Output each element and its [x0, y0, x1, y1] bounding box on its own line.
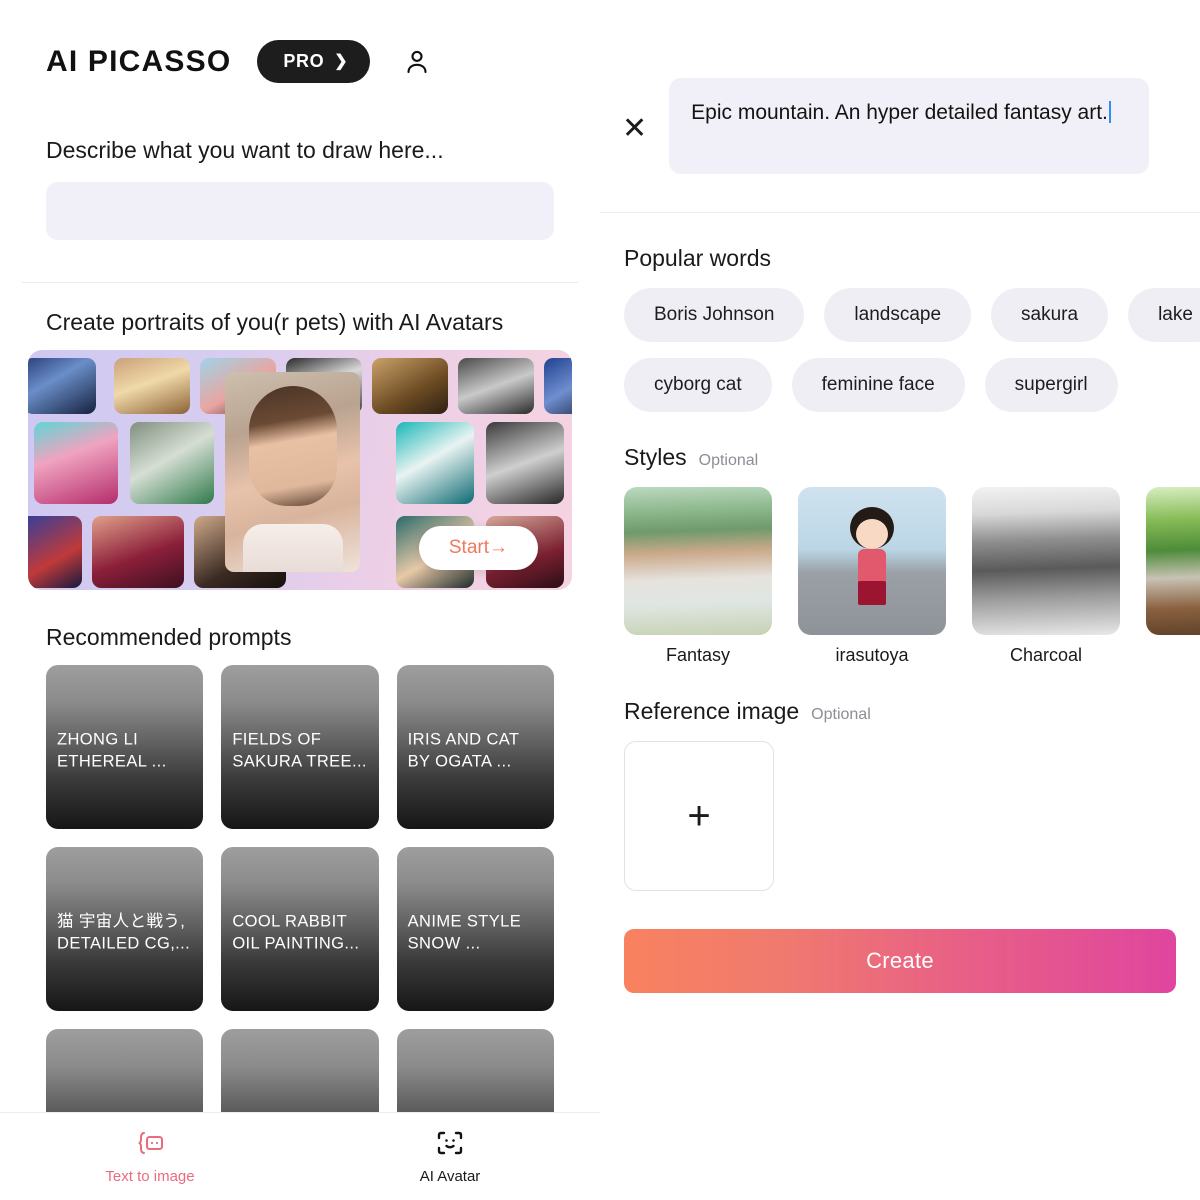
popular-word-chip[interactable]: supergirl: [984, 358, 1118, 412]
popular-word-chip[interactable]: Boris Johnson: [624, 288, 805, 342]
start-button[interactable]: Start→: [418, 526, 538, 570]
styles-title: Styles: [624, 444, 687, 470]
recommended-prompt-card[interactable]: IRIS AND CAT BY OGATA ...: [396, 665, 554, 829]
create-button-label: Create: [866, 948, 934, 973]
text-to-image-icon: [135, 1129, 165, 1162]
recommended-prompt-label: COOL RABBIT OIL PAINTING...: [232, 912, 360, 953]
style-option-fantasy[interactable]: Fantasy: [624, 487, 772, 666]
left-panel: AI PICASSO PRO ❯ Describe what you want …: [0, 0, 600, 1200]
plus-icon: +: [687, 794, 711, 838]
style-label: irasutoya: [835, 645, 909, 665]
styles-optional-label: Optional: [698, 452, 759, 469]
styles-header: Styles Optional: [600, 444, 1200, 471]
app-header: AI PICASSO PRO ❯: [0, 0, 600, 83]
recommended-prompt-label: FIELDS OF SAKURA TREE...: [232, 730, 367, 771]
face-scan-icon: [435, 1129, 465, 1162]
style-label: Fantasy: [665, 645, 731, 665]
app-root: AI PICASSO PRO ❯ Describe what you want …: [0, 0, 1200, 1200]
popular-word-chip[interactable]: lake: [1128, 288, 1200, 342]
prompt-textarea[interactable]: Epic mountain. An hyper detailed fantasy…: [669, 78, 1150, 174]
create-button[interactable]: Create: [624, 929, 1176, 993]
close-icon[interactable]: ✕: [622, 114, 647, 144]
recommended-prompts-title: Recommended prompts: [46, 624, 292, 650]
collage-thumb: [114, 358, 190, 414]
style-option-3d[interactable]: 3D: [1146, 487, 1200, 666]
recommended-prompt-card[interactable]: 猫 宇宙人と戦う, DETAILED CG,...: [46, 847, 204, 1011]
collage-thumb: [544, 358, 572, 414]
style-option-charcoal[interactable]: Charcoal: [972, 487, 1120, 666]
popular-words-chips: Boris Johnson landscape sakura lake cybo…: [600, 288, 1200, 412]
collage-hero-portrait: [225, 372, 360, 572]
style-label: Charcoal: [1009, 645, 1083, 665]
nav-item-text-to-image[interactable]: Text to image: [0, 1129, 300, 1185]
nav-label-text-to-image: Text to image: [105, 1167, 195, 1185]
recommended-prompt-label: ANIME STYLE SNOW ...: [407, 912, 522, 953]
right-divider: [600, 212, 1200, 213]
collage-thumb: [458, 358, 534, 414]
style-thumbnail: [798, 487, 946, 635]
nav-label-ai-avatar: AI Avatar: [419, 1167, 481, 1185]
recommended-prompt-card[interactable]: COOL RABBIT OIL PAINTING...: [221, 847, 379, 1011]
popular-word-chip[interactable]: cyborg cat: [624, 358, 772, 412]
styles-carousel: Fantasy irasutoya Charcoal 3D: [600, 487, 1200, 666]
recommended-prompt-card[interactable]: ZHONG LI ETHEREAL ...: [46, 665, 204, 829]
collage-thumb: [28, 358, 96, 414]
prompt-editor-row: ✕ Epic mountain. An hyper detailed fanta…: [600, 0, 1200, 174]
chevron-right-icon: ❯: [334, 52, 349, 70]
recommended-prompt-label: ZHONG LI ETHEREAL ...: [57, 730, 167, 771]
reference-image-title: Reference image: [624, 698, 800, 724]
bottom-navigation: Text to image AI Avatar: [0, 1112, 600, 1200]
reference-optional-label: Optional: [811, 706, 871, 723]
collage-thumb: [396, 422, 474, 504]
brand-logo: AI PICASSO: [46, 44, 232, 78]
collage-thumb: [486, 422, 564, 504]
collage-thumb: [130, 422, 214, 504]
prompt-text: Epic mountain. An hyper detailed fantasy…: [691, 101, 1108, 124]
avatar-promo-title: Create portraits of you(r pets) with AI …: [46, 309, 504, 335]
reference-image-header: Reference image Optional: [600, 698, 1200, 725]
collage-thumb: [92, 516, 184, 588]
style-thumbnail: [624, 487, 772, 635]
popular-words-title: Popular words: [624, 245, 772, 271]
person-icon[interactable]: [402, 47, 432, 77]
popular-words-row: Boris Johnson landscape sakura lake: [624, 288, 1200, 342]
recommended-prompt-label: IRIS AND CAT BY OGATA ...: [407, 730, 520, 771]
popular-word-chip[interactable]: sakura: [991, 288, 1109, 342]
popular-words-row: cyborg cat feminine face supergirl: [624, 358, 1200, 412]
pro-upgrade-button[interactable]: PRO ❯: [257, 40, 371, 83]
style-option-irasutoya[interactable]: irasutoya: [798, 487, 946, 666]
pro-label: PRO: [283, 51, 325, 71]
describe-title: Describe what you want to draw here...: [46, 137, 444, 163]
collage-thumb: [28, 516, 82, 588]
nav-item-ai-avatar[interactable]: AI Avatar: [300, 1129, 600, 1185]
style-thumbnail: [972, 487, 1120, 635]
section-divider: [22, 282, 578, 283]
right-panel: ✕ Epic mountain. An hyper detailed fanta…: [600, 0, 1200, 1200]
add-reference-image-button[interactable]: +: [624, 741, 774, 891]
left-prompt-input[interactable]: [46, 182, 554, 240]
popular-word-chip[interactable]: feminine face: [791, 358, 965, 412]
recommended-prompt-label: 猫 宇宙人と戦う, DETAILED CG,...: [57, 912, 191, 953]
collage-thumb: [34, 422, 118, 504]
popular-words-header: Popular words: [600, 245, 1200, 272]
ai-avatars-banner[interactable]: Start→: [28, 350, 572, 590]
recommended-prompt-card[interactable]: ANIME STYLE SNOW ...: [396, 847, 554, 1011]
recommended-prompt-card[interactable]: FIELDS OF SAKURA TREE...: [221, 665, 379, 829]
popular-word-chip[interactable]: landscape: [824, 288, 972, 342]
style-thumbnail: [1146, 487, 1200, 635]
collage-thumb: [372, 358, 448, 414]
text-cursor: [1108, 101, 1111, 123]
